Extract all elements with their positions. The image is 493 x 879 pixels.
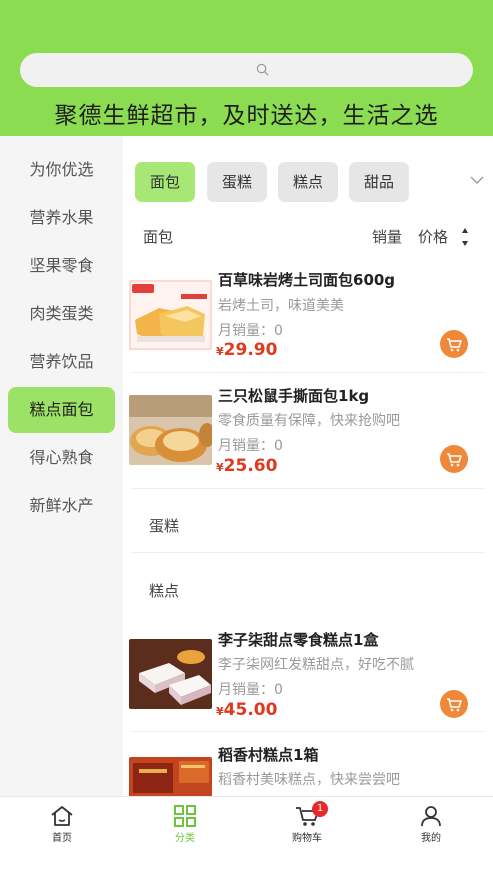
sidebar-item-nuts-snacks[interactable]: 坚果零食 — [8, 243, 115, 289]
sidebar-item-recommended[interactable]: 为你优选 — [8, 147, 115, 193]
product-image — [129, 757, 212, 796]
product-name: 稻香村糕点1箱 — [218, 746, 319, 764]
product-name: 三只松鼠手撕面包1kg — [218, 387, 370, 405]
product-description: 李子柒网红发糕甜点，好吃不腻 — [218, 657, 414, 673]
nav-home-label: 首页 — [52, 833, 72, 844]
bottom-navigation: 首页 分类 1 购物车 我的 — [0, 796, 493, 879]
sort-by-sales[interactable]: 销量 — [372, 226, 402, 247]
product-image — [129, 280, 212, 350]
section-header-pastry: 糕点 — [149, 582, 180, 600]
product-card[interactable]: 李子柒甜点零食糕点1盒 李子柒网红发糕甜点，好吃不腻 月销量：0 ¥45.00 — [123, 616, 493, 731]
add-to-cart-button[interactable] — [440, 330, 468, 358]
sidebar-item-seafood[interactable]: 新鲜水产 — [8, 483, 115, 529]
nav-category[interactable]: 分类 — [150, 805, 220, 844]
product-panel: 面包 蛋糕 糕点 甜品 面包 销量 价格 百草味岩烤土司面包600g 岩烤土司，… — [123, 136, 493, 796]
add-to-cart-button[interactable] — [440, 445, 468, 473]
home-icon — [51, 806, 73, 826]
cart-badge: 1 — [312, 801, 328, 817]
tab-dessert[interactable]: 甜品 — [349, 162, 409, 202]
product-sales: 月销量：0 — [218, 682, 283, 698]
product-price: ¥25.60 — [216, 456, 277, 476]
divider — [131, 488, 485, 489]
price-amount: 29.90 — [223, 340, 278, 360]
search-input[interactable] — [20, 53, 473, 87]
nav-profile-label: 我的 — [421, 833, 441, 844]
currency-symbol: ¥ — [216, 705, 224, 718]
slogan: 聚德生鲜超市，及时送达，生活之选 — [54, 103, 439, 129]
cart-icon — [447, 453, 462, 467]
product-name: 百草味岩烤土司面包600g — [218, 271, 396, 289]
sidebar-item-drinks[interactable]: 营养饮品 — [8, 339, 115, 385]
price-amount: 45.00 — [223, 700, 278, 720]
product-image — [129, 639, 212, 709]
price-amount: 25.60 — [223, 456, 278, 476]
product-card[interactable]: 百草味岩烤土司面包600g 岩烤土司，味道美美 月销量：0 ¥29.90 — [123, 262, 493, 372]
search-icon — [256, 63, 269, 76]
grid-icon — [174, 805, 196, 827]
divider — [131, 552, 485, 553]
product-card[interactable]: 稻香村糕点1箱 稻香村美味糕点，快来尝尝吧 — [123, 732, 493, 796]
nav-cart-label: 购物车 — [292, 833, 322, 844]
product-sales: 月销量：0 — [218, 438, 283, 454]
product-description: 零食质量有保障，快来抢购吧 — [218, 413, 400, 429]
add-to-cart-button[interactable] — [440, 690, 468, 718]
header: 聚德生鲜超市，及时送达，生活之选 — [0, 0, 493, 136]
tab-bread[interactable]: 面包 — [135, 162, 195, 202]
product-name: 李子柒甜点零食糕点1盒 — [218, 631, 379, 649]
chevron-down-icon[interactable] — [469, 174, 485, 186]
product-image — [129, 395, 212, 465]
user-icon — [421, 806, 441, 827]
cart-icon — [447, 698, 462, 712]
product-description: 稻香村美味糕点，快来尝尝吧 — [218, 772, 400, 788]
category-sidebar: 为你优选 营养水果 坚果零食 肉类蛋类 营养饮品 糕点面包 得心熟食 新鲜水产 — [0, 136, 123, 796]
sidebar-item-fruits[interactable]: 营养水果 — [8, 195, 115, 241]
sort-bar: 面包 销量 价格 — [123, 222, 493, 250]
nav-category-label: 分类 — [175, 833, 195, 844]
product-card[interactable]: 三只松鼠手撕面包1kg 零食质量有保障，快来抢购吧 月销量：0 ¥25.60 — [123, 372, 493, 488]
currency-symbol: ¥ — [216, 345, 224, 358]
sort-arrows-icon[interactable] — [460, 226, 470, 248]
section-title: 面包 — [143, 228, 174, 246]
nav-profile[interactable]: 我的 — [396, 805, 466, 844]
product-sales: 月销量：0 — [218, 323, 283, 339]
tab-cake[interactable]: 蛋糕 — [207, 162, 267, 202]
sidebar-item-pastry-bread[interactable]: 糕点面包 — [8, 387, 115, 433]
product-price: ¥29.90 — [216, 340, 277, 360]
sort-by-price[interactable]: 价格 — [418, 226, 448, 247]
sidebar-item-meat-eggs[interactable]: 肉类蛋类 — [8, 291, 115, 337]
nav-home[interactable]: 首页 — [27, 805, 97, 844]
product-price: ¥45.00 — [216, 700, 277, 720]
tab-pastry[interactable]: 糕点 — [278, 162, 338, 202]
currency-symbol: ¥ — [216, 461, 224, 474]
product-description: 岩烤土司，味道美美 — [218, 298, 344, 314]
nav-cart[interactable]: 1 购物车 — [272, 801, 342, 844]
sidebar-item-deli[interactable]: 得心熟食 — [8, 435, 115, 481]
section-header-cake: 蛋糕 — [149, 517, 180, 535]
cart-icon — [447, 338, 462, 352]
